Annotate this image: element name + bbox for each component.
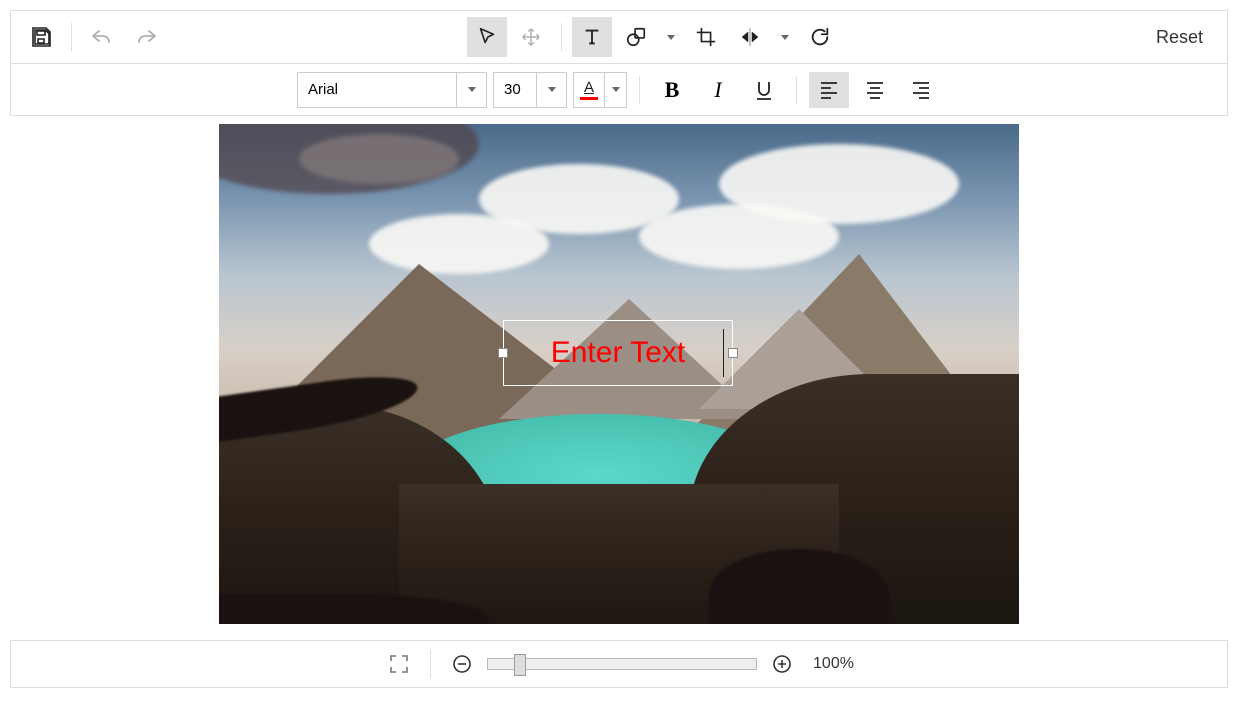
font-size-value: 30 xyxy=(494,81,536,98)
divider xyxy=(430,650,431,678)
zoom-slider[interactable] xyxy=(487,658,757,670)
zoom-in-button[interactable] xyxy=(767,649,797,679)
crop-tool-button[interactable] xyxy=(686,17,726,57)
shape-icon xyxy=(625,26,647,48)
main-toolbar: Reset xyxy=(10,10,1228,64)
undo-button[interactable] xyxy=(82,17,122,57)
underline-button[interactable] xyxy=(744,72,784,108)
text-icon xyxy=(581,26,603,48)
font-size-select[interactable]: 30 xyxy=(493,72,567,108)
flip-icon xyxy=(738,26,762,48)
flip-dropdown-button[interactable] xyxy=(774,17,796,57)
font-color-bar xyxy=(580,97,598,100)
save-icon xyxy=(29,25,53,49)
font-size-arrow xyxy=(536,73,566,107)
chevron-down-icon xyxy=(468,87,476,92)
underline-icon xyxy=(754,79,774,101)
align-left-button[interactable] xyxy=(809,72,849,108)
zoom-in-icon xyxy=(772,654,792,674)
divider xyxy=(639,76,640,104)
align-center-icon xyxy=(865,81,885,99)
chevron-down-icon xyxy=(612,87,620,92)
chevron-down-icon xyxy=(781,35,789,40)
font-family-select[interactable]: Arial xyxy=(297,72,487,108)
chevron-down-icon xyxy=(667,35,675,40)
rotate-tool-button[interactable] xyxy=(800,17,840,57)
undo-icon xyxy=(90,27,114,47)
pointer-tool-button[interactable] xyxy=(467,17,507,57)
pan-tool-button[interactable] xyxy=(511,17,551,57)
pan-icon xyxy=(520,26,542,48)
align-right-button[interactable] xyxy=(901,72,941,108)
zoom-slider-thumb[interactable] xyxy=(514,654,526,676)
align-left-icon xyxy=(819,81,839,99)
resize-handle-left[interactable] xyxy=(498,348,508,358)
font-color-arrow xyxy=(604,73,626,107)
bold-icon: B xyxy=(665,77,680,103)
zoom-out-button[interactable] xyxy=(447,649,477,679)
canvas-area: Enter Text xyxy=(10,124,1228,624)
font-family-arrow xyxy=(456,73,486,107)
text-annotation-content: Enter Text xyxy=(551,336,686,370)
rotate-icon xyxy=(809,26,831,48)
shape-dropdown-button[interactable] xyxy=(660,17,682,57)
italic-button[interactable]: I xyxy=(698,72,738,108)
flip-tool-button[interactable] xyxy=(730,17,770,57)
image-canvas[interactable]: Enter Text xyxy=(219,124,1019,624)
chevron-down-icon xyxy=(548,87,556,92)
divider xyxy=(796,76,797,104)
align-right-icon xyxy=(911,81,931,99)
shape-tool-button[interactable] xyxy=(616,17,656,57)
text-format-toolbar: Arial 30 A B I xyxy=(10,64,1228,116)
save-button[interactable] xyxy=(21,17,61,57)
divider xyxy=(561,23,562,51)
italic-icon: I xyxy=(714,77,721,103)
text-tool-button[interactable] xyxy=(572,17,612,57)
zoom-bar: 100% xyxy=(10,640,1228,688)
font-color-swatch: A xyxy=(574,73,604,107)
expand-icon xyxy=(389,654,409,674)
fit-screen-button[interactable] xyxy=(384,649,414,679)
pointer-icon xyxy=(476,26,498,48)
text-annotation-box[interactable]: Enter Text xyxy=(503,320,733,386)
reset-button[interactable]: Reset xyxy=(1142,19,1217,56)
tool-group xyxy=(166,17,1142,57)
redo-icon xyxy=(134,27,158,47)
font-color-button[interactable]: A xyxy=(573,72,627,108)
zoom-percent-label: 100% xyxy=(813,655,854,673)
file-history-group xyxy=(21,17,166,57)
align-center-button[interactable] xyxy=(855,72,895,108)
reset-group: Reset xyxy=(1142,19,1217,56)
font-family-value: Arial xyxy=(298,81,456,98)
font-color-a-icon: A xyxy=(584,80,594,95)
redo-button[interactable] xyxy=(126,17,166,57)
text-cursor xyxy=(723,329,724,377)
zoom-out-icon xyxy=(452,654,472,674)
divider xyxy=(71,23,72,51)
bold-button[interactable]: B xyxy=(652,72,692,108)
resize-handle-right[interactable] xyxy=(728,348,738,358)
crop-icon xyxy=(695,26,717,48)
